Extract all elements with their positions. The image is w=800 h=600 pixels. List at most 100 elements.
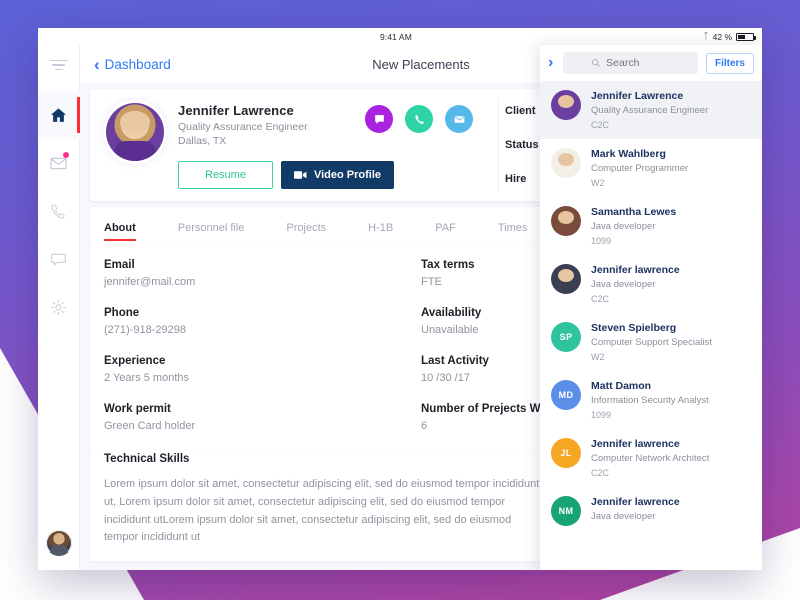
sidebar-item-chat[interactable] [38, 235, 80, 283]
sidebar-item-calls[interactable] [38, 187, 80, 235]
app-shell: ‹ Dashboard New Placements Jennifer Lawr… [38, 45, 762, 570]
candidate-name: Mark Wahlberg [591, 148, 666, 160]
sidebar-item-messages[interactable] [38, 139, 80, 187]
avatar [551, 90, 581, 120]
detail-value: jennifer@mail.com [104, 276, 196, 288]
email-action-button[interactable] [445, 105, 473, 133]
battery-percent: 42 % [712, 31, 732, 42]
candidate-type: 1099 [591, 410, 612, 420]
list-item[interactable]: SP Steven Spielberg Computer Support Spe… [540, 313, 762, 371]
detail-value: 2 Years 5 months [104, 372, 190, 384]
avatar: NM [551, 496, 581, 526]
filters-button[interactable]: Filters [705, 52, 754, 74]
candidate-type: C2C [591, 468, 610, 478]
list-item[interactable]: Mark Wahlberg Computer Programmer W2 [540, 139, 762, 197]
tab-h1b[interactable]: H-1B [368, 222, 393, 243]
detail-work-permit: Work permit Green Card holder [104, 403, 421, 432]
profile-role: Quality Assurance Engineer [178, 121, 308, 133]
detail-phone: Phone (271)-918-29298 [104, 307, 421, 336]
avatar-initials: NM [558, 506, 574, 516]
details-left-column: Email jennifer@mail.com Phone (271)-918-… [104, 259, 421, 451]
status-time: 9:41 AM [380, 31, 412, 42]
call-action-button[interactable] [405, 105, 433, 133]
avatar[interactable] [45, 530, 72, 556]
candidate-name: Jennifer lawrence [591, 264, 680, 276]
avatar [551, 264, 581, 294]
list-item[interactable]: Samantha Lewes Java developer 1099 [540, 197, 762, 255]
envelope-icon [454, 115, 464, 123]
panel-header: › Filters [540, 45, 762, 81]
profile-location: Dallas, TX [178, 135, 227, 147]
search-input[interactable] [606, 57, 671, 69]
candidate-type: W2 [591, 352, 605, 362]
list-item[interactable]: Jennifer lawrence Java developer C2C [540, 255, 762, 313]
list-item[interactable]: MD Matt Damon Information Security Analy… [540, 371, 762, 429]
gear-icon [50, 299, 67, 315]
avatar [551, 206, 581, 236]
meta-label-client: Client [505, 105, 536, 117]
candidate-role: Computer Network Architect [591, 453, 710, 464]
detail-label: Experience [104, 355, 166, 367]
candidate-name: Jennifer lawrence [591, 438, 680, 450]
phone-icon [414, 114, 424, 124]
video-camera-icon [293, 171, 307, 179]
avatar-initials: SP [559, 332, 573, 342]
phone-icon [51, 203, 65, 218]
video-profile-button[interactable]: Video Profile [280, 161, 395, 189]
chat-action-button[interactable] [365, 105, 393, 133]
candidate-type: 1099 [591, 236, 612, 246]
hamburger-menu-icon[interactable] [38, 53, 80, 77]
avatar: JL [551, 438, 581, 468]
tab-projects[interactable]: Projects [286, 222, 326, 243]
home-icon [50, 107, 67, 122]
list-item[interactable]: JL Jennifer lawrence Computer Network Ar… [540, 429, 762, 487]
resume-button[interactable]: Resume [178, 161, 273, 189]
placement-meta: Client Status Hire [505, 105, 539, 185]
candidate-role: Quality Assurance Engineer [591, 105, 709, 116]
profile-identity: Jennifer Lawrence Quality Assurance Engi… [178, 103, 395, 189]
card-divider [498, 99, 499, 191]
sidebar-rail [38, 45, 80, 570]
chevron-left-icon: ‹ [94, 54, 100, 74]
technical-skills-body: Lorem ipsum dolor sit amet, consectetur … [104, 478, 540, 544]
detail-value: (271)-918-29298 [104, 324, 186, 336]
avatar: SP [551, 322, 581, 352]
chevron-right-icon[interactable]: › [546, 55, 555, 71]
video-profile-label: Video Profile [313, 169, 382, 181]
profile-action-buttons: Resume Video Profile [178, 161, 395, 189]
back-label: Dashboard [104, 56, 171, 72]
detail-label: Email [104, 259, 135, 271]
avatar-initials: JL [560, 448, 572, 458]
candidate-list[interactable]: Jennifer Lawrence Quality Assurance Engi… [540, 81, 762, 570]
tab-times[interactable]: Times [498, 222, 528, 243]
back-to-dashboard-link[interactable]: ‹ Dashboard [94, 56, 171, 73]
avatar: MD [551, 380, 581, 410]
status-bar: 9:41 AM ᛏ 42 % [38, 28, 762, 45]
list-item[interactable]: NM Jennifer lawrence Java developer [540, 487, 762, 535]
tab-personnel-file[interactable]: Personnel file [178, 222, 245, 243]
chat-bubble-icon [374, 114, 384, 124]
list-item[interactable]: Jennifer Lawrence Quality Assurance Engi… [540, 81, 762, 139]
notification-badge [62, 152, 69, 158]
candidate-role: Java developer [591, 511, 656, 522]
candidate-name: Jennifer lawrence [591, 496, 680, 508]
quick-contact-actions [365, 105, 473, 133]
sidebar-item-home[interactable] [38, 91, 80, 139]
candidate-name: Steven Spielberg [591, 322, 677, 334]
sidebar-item-settings[interactable] [38, 283, 80, 331]
candidate-role: Computer Support Specialist [591, 337, 712, 348]
detail-label: Work permit [104, 403, 171, 415]
candidate-name: Jennifer Lawrence [591, 90, 684, 102]
search-icon [592, 59, 601, 67]
candidate-type: C2C [591, 120, 610, 130]
battery-icon [736, 32, 756, 41]
bluetooth-icon: ᛏ [703, 31, 709, 41]
search-field[interactable] [563, 52, 698, 74]
candidate-role: Information Security Analyst [591, 395, 709, 406]
candidate-type: C2C [591, 294, 610, 304]
avatar-initials: MD [558, 390, 574, 400]
meta-label-hire: Hire [505, 173, 527, 185]
tab-about[interactable]: About [104, 222, 136, 243]
tab-paf[interactable]: PAF [435, 222, 456, 243]
candidate-name: Matt Damon [591, 380, 652, 392]
